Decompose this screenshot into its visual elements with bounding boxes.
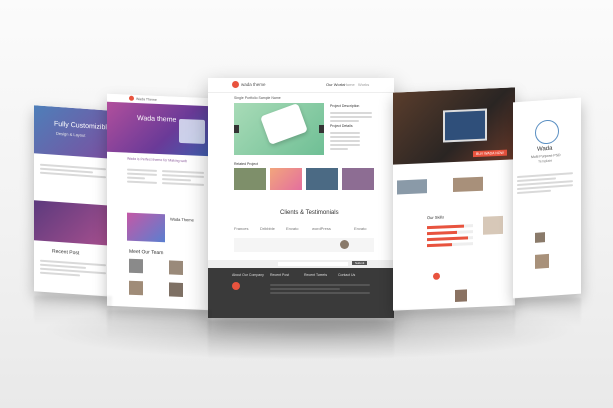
avatar (340, 240, 349, 249)
logo-icon (232, 81, 239, 88)
details-lines (330, 130, 360, 152)
logo-icon (129, 95, 134, 101)
subscribe-button[interactable]: Submit (352, 261, 368, 265)
device-mock (443, 108, 487, 143)
team-avatar (169, 282, 183, 298)
subscribe-bar: Submit (208, 260, 394, 268)
avatar (455, 289, 467, 302)
breadcrumb: Single Portfolio Sample Name (234, 96, 281, 100)
gallery-thumb (535, 253, 549, 269)
promo-image (127, 212, 165, 243)
clients-title: Clients & Testimonials (280, 210, 339, 216)
hero-banner: Fully Customizible Design & Layout (34, 105, 112, 159)
badge-icon (433, 272, 440, 280)
feature-band (34, 200, 112, 246)
hero-title: Fully Customizible (54, 120, 111, 132)
reflection (34, 296, 112, 326)
footer-lines (270, 282, 370, 296)
footer: About Our Company Recent Post Recent Twe… (208, 268, 394, 318)
section-title: Meet Our Team (129, 248, 164, 257)
post-lines (40, 258, 106, 281)
portfolio-image (234, 103, 324, 155)
testimonial (234, 238, 374, 252)
nav-item-0[interactable]: Our Works (326, 82, 345, 87)
content-lines (517, 170, 573, 196)
mockup-scene: Fully Customizible Design & Layout Recen… (0, 0, 613, 408)
footer-col-1: Recent Post (270, 273, 290, 277)
nav-item-2[interactable]: Works (358, 82, 369, 87)
related-thumb[interactable] (270, 168, 302, 190)
side-thumb (483, 215, 503, 235)
cta-button[interactable]: BUY WADA NOW (473, 149, 507, 158)
reflection (513, 298, 581, 328)
page-far-left: Fully Customizible Design & Layout Recen… (34, 105, 112, 297)
team-avatar (129, 258, 143, 274)
reflection (208, 320, 394, 360)
side-thumb (535, 232, 545, 243)
hero-sub: Design & Layout (56, 130, 86, 138)
skill-bars (427, 221, 473, 250)
hero-title: Wada theme (137, 115, 177, 124)
page-mid-right: BUY WADA NOW Our Skills (393, 87, 515, 311)
team-avatar (169, 260, 183, 276)
page-far-right: Wada Multi Purpose PSD Template (513, 97, 581, 299)
feature-images (397, 176, 507, 195)
team-grid (129, 258, 199, 302)
client-logo: Dribbble (260, 226, 275, 231)
client-logo: Frances (234, 226, 249, 231)
col-1 (127, 167, 157, 186)
reflection (393, 310, 515, 340)
col-2 (162, 168, 204, 188)
hero-banner: BUY WADA NOW (393, 87, 515, 165)
client-logo: Envato (286, 226, 299, 231)
prev-arrow-icon[interactable] (234, 125, 239, 133)
related-thumb[interactable] (234, 168, 266, 190)
brand-name: Wada (537, 145, 553, 153)
feature-thumb (397, 179, 427, 195)
section-title: Our Skills (427, 214, 445, 221)
project-details-title: Project Details (330, 124, 353, 128)
section-title: Recent Post (52, 248, 80, 257)
brand-name: Wada Theme (136, 96, 157, 102)
related-thumb[interactable] (306, 168, 338, 190)
footer-col-3: Contact Us (338, 273, 356, 277)
reflection (107, 310, 211, 340)
device-mock (179, 118, 205, 145)
brand-sub: Template (538, 158, 553, 164)
footer-logo-icon (232, 282, 240, 290)
subscribe-input[interactable] (278, 262, 348, 266)
related-grid (234, 168, 374, 198)
feature-thumb (453, 176, 483, 193)
page-mid-left: Wada Theme Wada theme Wada is Perfect th… (107, 93, 211, 311)
brand-logo (535, 119, 559, 145)
footer-col-2: Recent Tweets (304, 273, 328, 277)
desc-lines (330, 110, 372, 124)
next-arrow-icon[interactable] (319, 125, 324, 133)
nav-item-1[interactable]: Home (344, 82, 355, 87)
team-avatar (129, 280, 143, 296)
client-logo: Envato (354, 226, 367, 231)
tagline: Wada is Perfect theme for Making web (127, 156, 187, 164)
project-desc-title: Project Description (330, 104, 360, 108)
side-title: Wada Theme (170, 216, 194, 223)
client-logo: wordPress (312, 226, 331, 231)
clients-row: Frances Dribbble Envato wordPress Envato (234, 226, 374, 232)
brand-name: wada theme (241, 82, 266, 87)
related-title: Related Project (234, 162, 258, 166)
hero-banner: Wada theme (107, 101, 211, 157)
content-lines (40, 162, 106, 181)
phone-mock (260, 103, 308, 145)
related-thumb[interactable] (342, 168, 374, 190)
top-nav: wada theme Our Works Home Works (208, 78, 394, 93)
page-center: wada theme Our Works Home Works Single P… (208, 78, 394, 318)
footer-col-0: About Our Company (232, 273, 264, 277)
